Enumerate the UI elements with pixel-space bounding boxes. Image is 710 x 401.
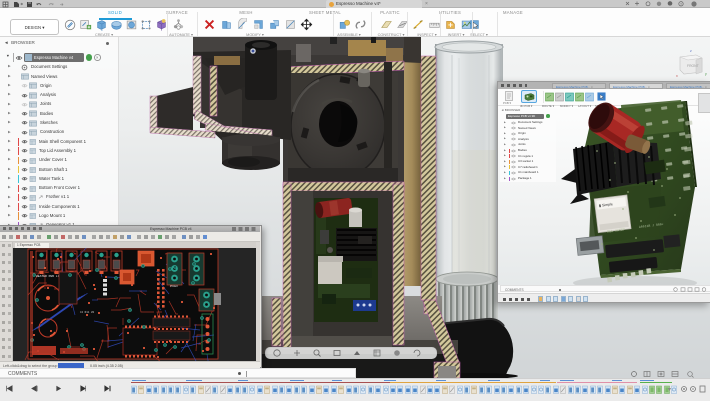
svg-text:x: x bbox=[676, 74, 678, 78]
svg-text:POWER: POWER bbox=[170, 285, 178, 288]
svg-text:FRONT: FRONT bbox=[687, 64, 699, 68]
svg-text:?: ? bbox=[680, 2, 682, 6]
svg-text:z: z bbox=[690, 49, 692, 53]
svg-text:C4 R11 U3: C4 R11 U3 bbox=[80, 311, 94, 314]
svg-text:y: y bbox=[705, 72, 707, 76]
